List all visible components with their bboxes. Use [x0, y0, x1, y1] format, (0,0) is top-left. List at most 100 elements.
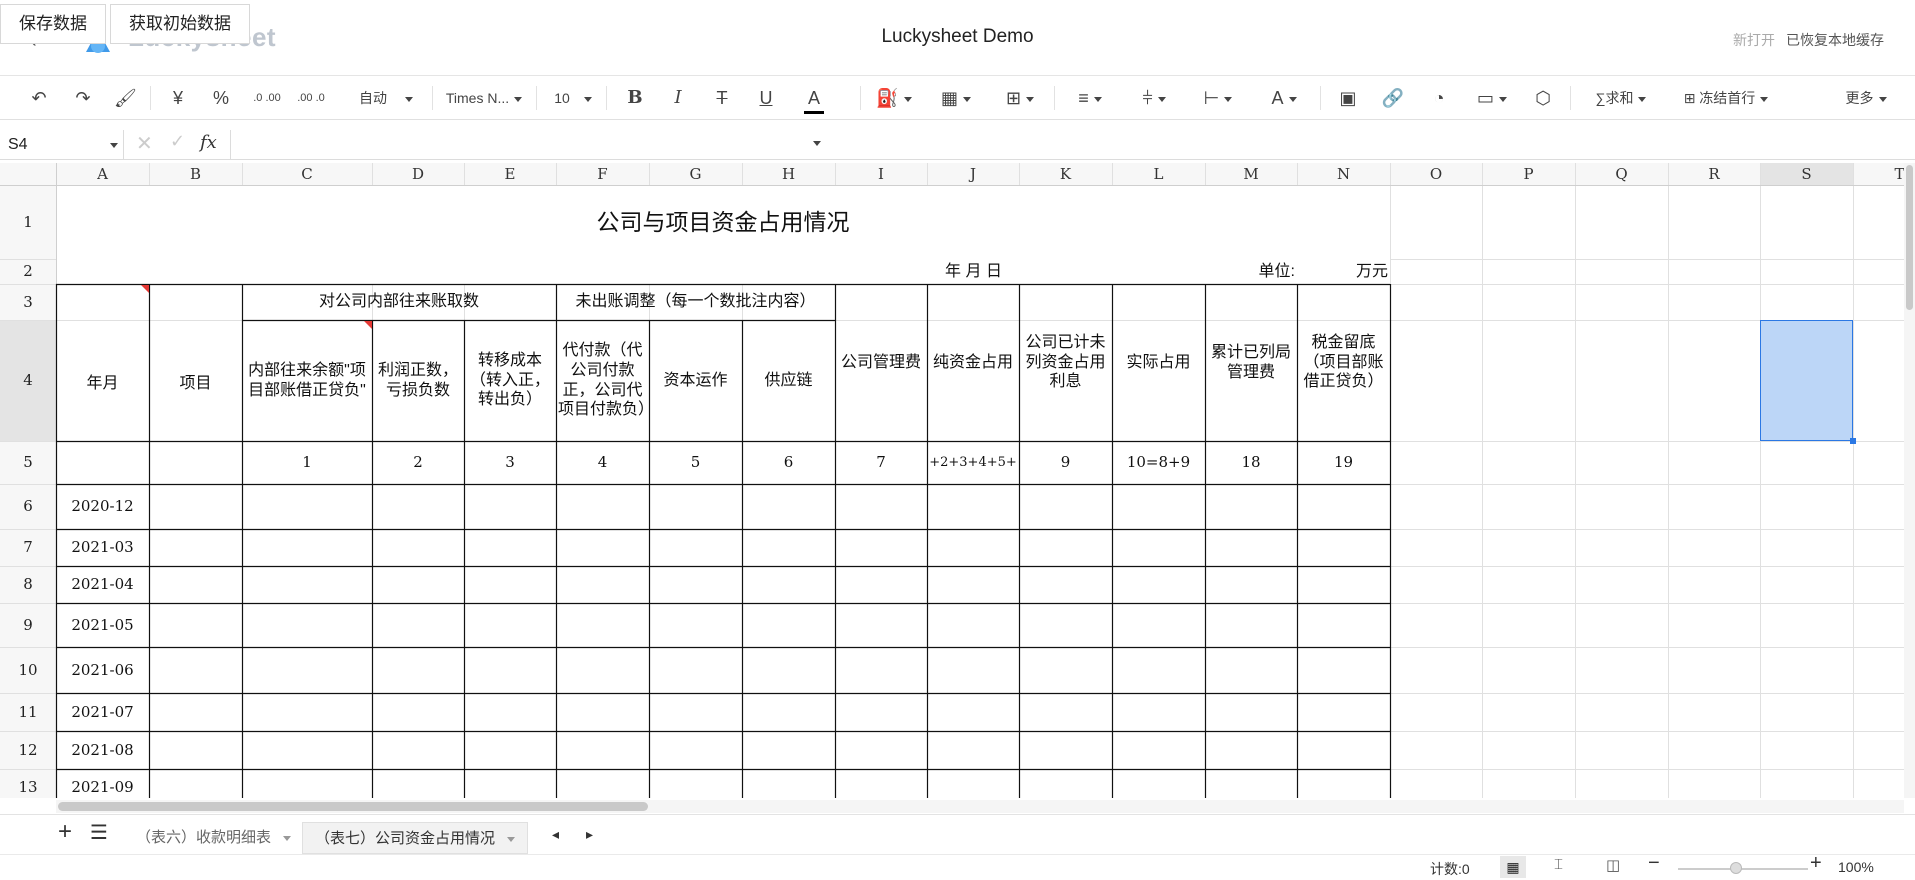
confirm-icon[interactable]: ✓: [170, 131, 185, 152]
font-size-select[interactable]: 10: [548, 76, 598, 120]
sheet-tab-1[interactable]: （表六）收款明细表: [124, 822, 303, 854]
month-cell: 2021-08: [71, 740, 134, 759]
row-header-12[interactable]: 12: [0, 731, 56, 769]
column-header-C[interactable]: C: [242, 163, 372, 185]
header-payment-on-behalf: 代付款（代公司付款正，公司代项目付款负）: [558, 342, 647, 419]
column-header-D[interactable]: D: [372, 163, 464, 185]
row-header-13[interactable]: 13: [0, 769, 56, 798]
zoom-slider-knob[interactable]: [1730, 862, 1742, 874]
italic-icon[interactable]: I: [668, 76, 688, 120]
page-layout-view-icon[interactable]: ◫: [1606, 856, 1620, 874]
screenshot-icon[interactable]: ⬡: [1530, 76, 1556, 120]
column-header-H[interactable]: H: [742, 163, 835, 185]
column-header-M[interactable]: M: [1205, 163, 1297, 185]
fetch-initial-data-button[interactable]: 获取初始数据: [110, 4, 250, 44]
font-family-select[interactable]: Times N...: [440, 76, 528, 120]
header-internal-group: 对公司内部往来账取数: [318, 293, 479, 311]
currency-format-button[interactable]: ¥: [168, 76, 188, 120]
column-header-I[interactable]: I: [835, 163, 927, 185]
row-header-7[interactable]: 7: [0, 529, 56, 566]
row-header-8[interactable]: 8: [0, 566, 56, 603]
toolbar-separator: [432, 86, 433, 110]
strikethrough-icon[interactable]: T: [712, 76, 732, 120]
column-header-L[interactable]: L: [1112, 163, 1205, 185]
vertical-scroll-thumb[interactable]: [1906, 165, 1913, 310]
chevron-down-icon: [1499, 96, 1507, 102]
vertical-align-icon[interactable]: ⫩: [1132, 76, 1176, 120]
underline-icon[interactable]: U: [756, 76, 776, 120]
column-header-T[interactable]: T: [1853, 163, 1904, 185]
column-header-Q[interactable]: Q: [1575, 163, 1668, 185]
column-header-N[interactable]: N: [1297, 163, 1390, 185]
column-header-F[interactable]: F: [556, 163, 649, 185]
column-header-S[interactable]: S: [1760, 163, 1853, 185]
chevron-down-icon[interactable]: [110, 143, 118, 148]
row-header-1[interactable]: 1: [0, 185, 56, 259]
sum-button[interactable]: ∑求和: [1584, 76, 1658, 120]
chevron-down-icon: [903, 96, 912, 102]
spreadsheet-grid[interactable]: ABCDEFGHIJKLMNOPQRST 1 2 3 4 5 6 7 8 9 10 11 12 13 公…: [0, 163, 1904, 798]
row-header-6[interactable]: 6: [0, 484, 56, 529]
function-icon[interactable]: fx: [200, 132, 217, 153]
sheet-tab-2-active[interactable]: （表七）公司资金占用情况: [302, 822, 529, 854]
decrease-decimal-button[interactable]: .00 .0: [296, 76, 326, 120]
row-header-9[interactable]: 9: [0, 603, 56, 647]
horizontal-scroll-thumb[interactable]: [58, 802, 648, 811]
insert-image-icon[interactable]: ▣: [1335, 76, 1361, 120]
scroll-right-icon[interactable]: ▸: [586, 826, 593, 843]
index-cell: 19: [1333, 453, 1354, 472]
row-header-5[interactable]: 5: [0, 441, 56, 484]
formula-input[interactable]: [230, 130, 1915, 160]
save-data-button[interactable]: 保存数据: [0, 4, 106, 44]
column-header-E[interactable]: E: [464, 163, 556, 185]
insert-link-icon[interactable]: 🔗: [1380, 76, 1406, 120]
zoom-slider-track[interactable]: [1678, 868, 1808, 870]
add-sheet-icon[interactable]: +: [58, 818, 72, 846]
zoom-out-icon[interactable]: −: [1648, 852, 1660, 875]
bold-icon[interactable]: B: [625, 76, 645, 120]
zoom-in-icon[interactable]: +: [1810, 852, 1822, 875]
row-header-11[interactable]: 11: [0, 693, 56, 731]
freeze-icon: ⊞: [1683, 90, 1700, 106]
index-cell: 9: [1060, 453, 1071, 472]
sheet-list-icon[interactable]: ☰: [90, 820, 108, 845]
header-internal-balance: 内部往来余额"项目部账借正贷负": [248, 361, 366, 399]
page-break-view-icon[interactable]: ⌶: [1554, 856, 1563, 873]
freeze-button[interactable]: ⊞ 冻结首行: [1674, 76, 1778, 120]
column-header-J[interactable]: J: [927, 163, 1019, 185]
text-rotate-icon[interactable]: A: [1262, 76, 1306, 120]
header-capital-operation: 资本运作: [663, 371, 728, 389]
fill-color-icon[interactable]: ⛽: [874, 76, 914, 120]
insert-chart-icon[interactable]: ◔: [1426, 76, 1452, 120]
font-size-value: 10: [554, 90, 570, 106]
more-button[interactable]: 更多: [1838, 76, 1894, 120]
column-header-R[interactable]: R: [1668, 163, 1760, 185]
row-header-4[interactable]: 4: [0, 320, 56, 441]
cell-reference-box[interactable]: S4: [0, 130, 124, 160]
text-wrap-icon[interactable]: ⊢: [1196, 76, 1240, 120]
status-new-open: 新打开: [1733, 32, 1775, 48]
horizontal-align-icon[interactable]: ≡: [1068, 76, 1112, 120]
row-header-3[interactable]: 3: [0, 284, 56, 320]
column-header-O[interactable]: O: [1390, 163, 1482, 185]
row-header-2[interactable]: 2: [0, 259, 56, 284]
format-painter-icon[interactable]: 🖌: [114, 76, 137, 120]
cancel-icon[interactable]: ✕: [136, 131, 153, 156]
chevron-down-icon: [1224, 96, 1233, 102]
column-header-P[interactable]: P: [1482, 163, 1575, 185]
number-format-select[interactable]: 自动: [350, 76, 422, 120]
merge-cells-icon[interactable]: ⊞: [998, 76, 1042, 120]
column-header-K[interactable]: K: [1019, 163, 1112, 185]
scroll-left-icon[interactable]: ◂: [552, 826, 559, 843]
row-header-10[interactable]: 10: [0, 647, 56, 693]
comment-icon[interactable]: ▭: [1470, 76, 1514, 120]
column-header-A[interactable]: A: [56, 163, 149, 185]
percent-format-button[interactable]: %: [210, 76, 232, 120]
undo-icon[interactable]: ↶: [28, 76, 50, 120]
increase-decimal-button[interactable]: .0 .00: [252, 76, 282, 120]
column-header-B[interactable]: B: [149, 163, 242, 185]
border-icon[interactable]: ▦: [934, 76, 978, 120]
redo-icon[interactable]: ↷: [72, 76, 94, 120]
column-header-G[interactable]: G: [649, 163, 742, 185]
normal-view-icon[interactable]: ▦: [1500, 856, 1526, 878]
